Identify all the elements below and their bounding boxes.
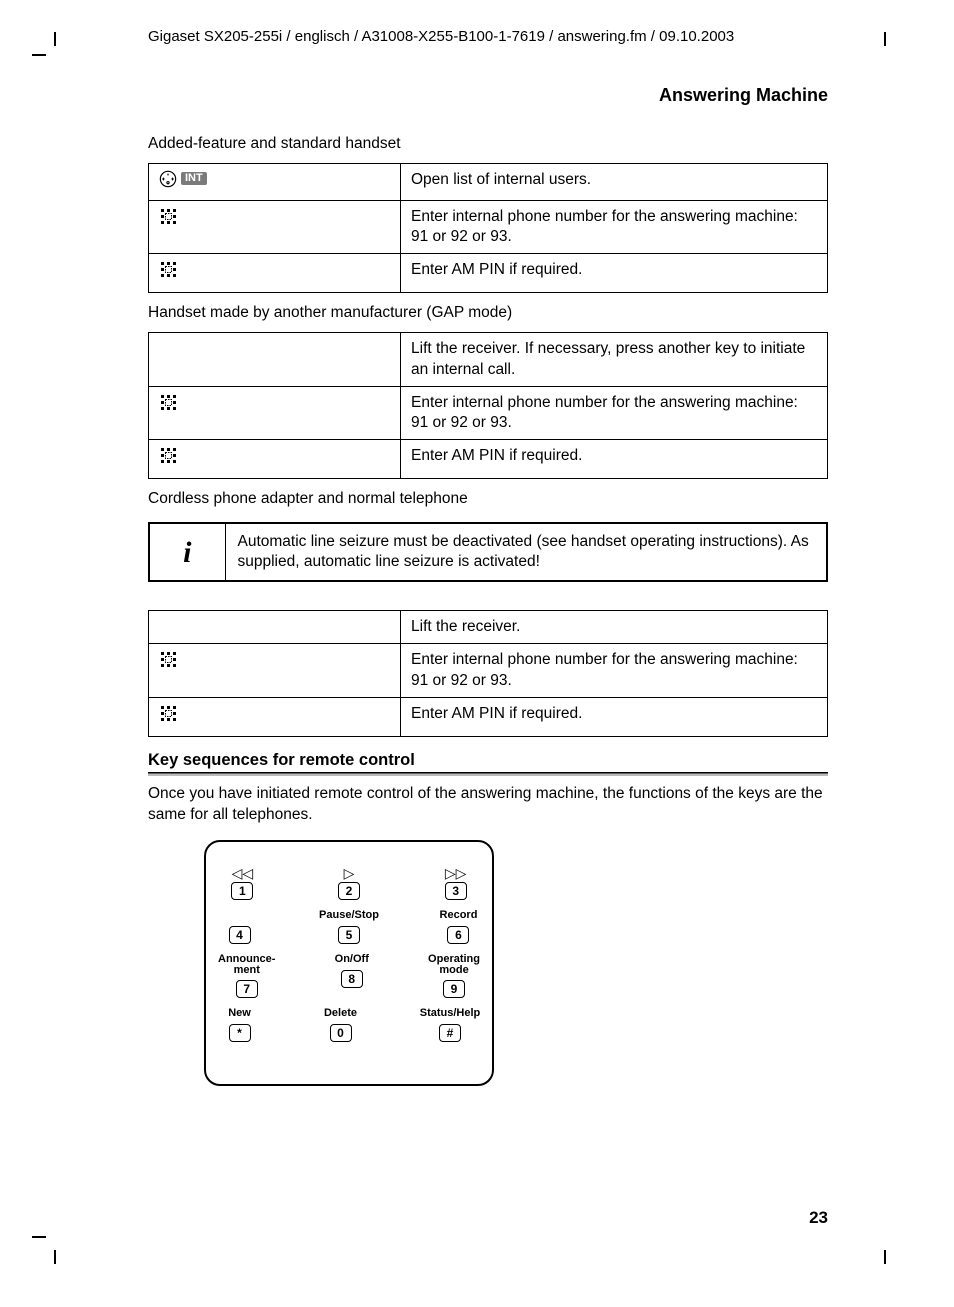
key-8: 8 xyxy=(341,970,363,988)
keypad-diagram: ◁◁ 1 ▷ 2 ▷▷ 3 4 Pause/Stop 5 Record xyxy=(204,840,494,1086)
int-label-badge: INT xyxy=(181,172,207,185)
key-1: 1 xyxy=(231,882,253,900)
table2-row3-text: Enter AM PIN if required. xyxy=(401,439,828,478)
forward-icon: ▷▷ xyxy=(445,866,467,880)
intro-1: Added-feature and standard handset xyxy=(148,134,828,155)
key-0: 0 xyxy=(330,1024,352,1042)
key-0-label: Delete xyxy=(324,1008,357,1021)
key-hash: # xyxy=(439,1024,461,1042)
key-7-label: Announce- ment xyxy=(218,954,275,977)
key-9: 9 xyxy=(443,980,465,998)
keypad-icon xyxy=(159,704,179,724)
table2-row2-text: Enter internal phone number for the answ… xyxy=(401,386,828,439)
key-star-label: New xyxy=(228,1008,251,1021)
table3-row3-text: Enter AM PIN if required. xyxy=(401,697,828,736)
intro-2: Handset made by another manufacturer (GA… xyxy=(148,303,828,324)
info-box: i Automatic line seizure must be deactiv… xyxy=(148,522,828,582)
table2-row1-text: Lift the receiver. If necessary, press a… xyxy=(401,333,828,386)
doc-path: Gigaset SX205-255i / englisch / A31008-X… xyxy=(148,28,828,45)
subsection-title: Key sequences for remote control xyxy=(148,751,828,770)
keypad-icon xyxy=(159,207,179,227)
info-icon: i xyxy=(149,523,225,581)
info-text: Automatic line seizure must be deactivat… xyxy=(225,523,827,581)
key-2: 2 xyxy=(338,882,360,900)
section-title: Answering Machine xyxy=(148,85,828,106)
key-8-label: On/Off xyxy=(335,954,369,967)
key-9-label: Operating mode xyxy=(428,954,480,977)
key-4: 4 xyxy=(229,926,251,944)
rule-divider xyxy=(148,772,828,776)
key-6: 6 xyxy=(447,926,469,944)
key-5-label: Pause/Stop xyxy=(319,910,379,923)
rewind-icon: ◁◁ xyxy=(232,866,254,880)
table-added-feature: INT Open list of internal users. Enter i… xyxy=(148,163,828,294)
table3-row1-text: Lift the receiver. xyxy=(401,611,828,644)
key-7: 7 xyxy=(236,980,258,998)
key-star: * xyxy=(229,1024,251,1042)
key-6-label: Record xyxy=(440,910,478,923)
table1-row2-text: Enter internal phone number for the answ… xyxy=(401,201,828,254)
page-number: 23 xyxy=(809,1208,828,1228)
int-navigate-icon: INT xyxy=(159,170,207,188)
table-cordless-adapter: Lift the receiver. Enter internal phone … xyxy=(148,610,828,737)
play-icon: ▷ xyxy=(344,866,355,880)
keypad-icon xyxy=(159,393,179,413)
keypad-icon xyxy=(159,650,179,670)
key-5: 5 xyxy=(338,926,360,944)
keypad-icon xyxy=(159,260,179,280)
table1-row3-text: Enter AM PIN if required. xyxy=(401,254,828,293)
table-gap-mode: Lift the receiver. If necessary, press a… xyxy=(148,332,828,479)
table1-row1-text: Open list of internal users. xyxy=(401,163,828,200)
subsection-text: Once you have initiated remote control o… xyxy=(148,784,828,826)
key-4-label xyxy=(238,910,241,923)
keypad-icon xyxy=(159,446,179,466)
table3-row2-text: Enter internal phone number for the answ… xyxy=(401,644,828,697)
key-3: 3 xyxy=(445,882,467,900)
key-hash-label: Status/Help xyxy=(420,1008,481,1021)
intro-3: Cordless phone adapter and normal teleph… xyxy=(148,489,828,510)
